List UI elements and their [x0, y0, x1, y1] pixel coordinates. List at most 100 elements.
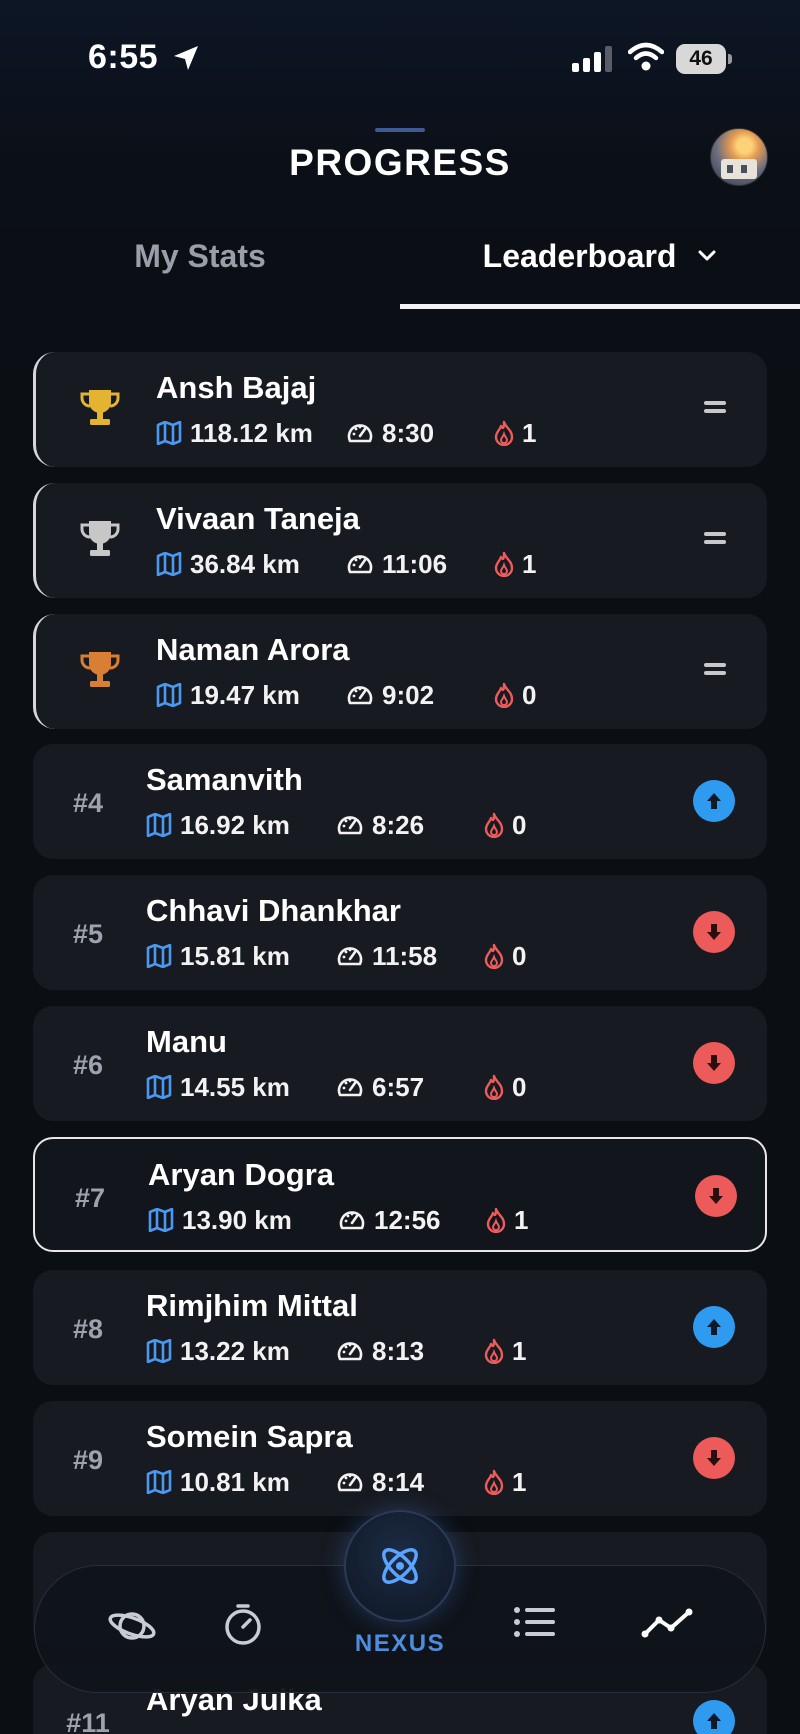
runner-stats: 19.47 km 9:02 0 [156, 680, 536, 710]
map-icon [146, 944, 172, 968]
distance-value: 14.55 km [180, 1071, 290, 1102]
map-icon [156, 421, 182, 445]
pace-value: 6:57 [372, 1071, 425, 1102]
map-icon [146, 1470, 172, 1494]
speedometer-icon [337, 1078, 363, 1097]
runner-stats: 10.81 km 8:14 1 [146, 1467, 526, 1497]
trend-down-icon [693, 1437, 735, 1479]
rank-number: #4 [72, 788, 104, 818]
tab-my-stats-label: My Stats [134, 238, 266, 274]
flame-icon [486, 1207, 506, 1233]
header-indicator [375, 128, 425, 132]
streak-value: 0 [512, 809, 527, 840]
status-bar: 6:55 46 [0, 0, 800, 110]
chevron-down-icon [698, 250, 716, 261]
tab-active-underline [400, 304, 800, 309]
runner-stats: 15.81 km 11:58 0 [146, 941, 526, 971]
list-icon[interactable] [513, 1606, 555, 1638]
flame-icon [484, 943, 504, 969]
leaderboard-row[interactable]: #9 Somein Sapra 10.81 km 8:14 1 [33, 1401, 767, 1516]
trophy-bronze-icon [80, 652, 120, 687]
stopwatch-icon[interactable] [223, 1602, 263, 1646]
flame-icon [494, 551, 514, 577]
trophy-gold-icon [80, 390, 120, 425]
battery-level: 46 [689, 47, 713, 70]
runner-name: Vivaan Taneja [156, 501, 360, 536]
avatar[interactable] [710, 128, 768, 186]
rank-number: #7 [74, 1183, 106, 1213]
runner-name: Ansh Bajaj [156, 370, 317, 405]
trend-equal-icon [704, 530, 726, 546]
page-title: PROGRESS [289, 142, 511, 183]
runner-stats: 13.22 km 8:13 1 [146, 1336, 526, 1366]
streak-value: 0 [512, 940, 527, 971]
leaderboard-row[interactable]: #6 Manu 14.55 km 6:57 0 [33, 1006, 767, 1121]
streak-value: 1 [512, 1466, 527, 1497]
runner-name: Rimjhim Mittal [146, 1288, 358, 1323]
trend-equal-icon [704, 661, 726, 677]
pace-value: 9:02 [382, 679, 435, 710]
pace-value: 11:06 [382, 548, 448, 579]
speedometer-icon [337, 1473, 363, 1492]
leaderboard-row[interactable]: #5 Chhavi Dhankhar 15.81 km 11:58 0 [33, 875, 767, 990]
speedometer-icon [337, 947, 363, 966]
leaderboard-row[interactable]: Ansh Bajaj 118.12 km 8:30 1 [33, 352, 767, 467]
map-icon [146, 1075, 172, 1099]
speedometer-icon [337, 1342, 363, 1361]
battery-indicator: 46 [676, 44, 732, 74]
rank-number: #5 [72, 919, 104, 949]
trend-down-icon [693, 1042, 735, 1084]
location-arrow-icon [174, 46, 198, 70]
nexus-label[interactable]: NEXUS [300, 1630, 500, 1658]
tab-my-stats[interactable]: My Stats [0, 238, 400, 288]
runner-stats: 16.92 km 8:26 0 [146, 810, 526, 840]
distance-value: 118.12 km [190, 417, 313, 448]
streak-value: 1 [522, 548, 537, 579]
pace-value: 8:30 [382, 417, 435, 448]
speedometer-icon [337, 816, 363, 835]
trend-equal-icon [704, 399, 726, 415]
distance-value: 13.90 km [182, 1204, 292, 1235]
flame-icon [484, 812, 504, 838]
pace-value: 8:13 [372, 1335, 425, 1366]
flame-icon [484, 1074, 504, 1100]
pace-value: 12:56 [374, 1204, 441, 1235]
speedometer-icon [347, 686, 373, 705]
tab-leaderboard[interactable]: Leaderboard [400, 238, 800, 288]
pace-value: 8:14 [372, 1466, 425, 1497]
runner-name: Naman Arora [156, 632, 350, 667]
distance-value: 10.81 km [180, 1466, 290, 1497]
progress-screen: 6:55 46 PROGRESS My Stats Leaderboard An… [0, 0, 800, 1734]
runner-name: Manu [146, 1024, 227, 1059]
nexus-button[interactable] [344, 1510, 456, 1622]
streak-value: 0 [522, 679, 537, 710]
trend-up-icon [693, 780, 735, 822]
pace-value: 11:58 [372, 940, 438, 971]
leaderboard-row[interactable]: #7 Aryan Dogra 13.90 km 12:56 1 [33, 1137, 767, 1252]
flame-icon [484, 1469, 504, 1495]
planet-icon[interactable] [107, 1604, 157, 1648]
nexus-icon [382, 1548, 418, 1584]
leaderboard-row[interactable]: #4 Samanvith 16.92 km 8:26 0 [33, 744, 767, 859]
map-icon [146, 813, 172, 837]
wifi-icon [628, 42, 664, 71]
leaderboard-row[interactable]: #8 Rimjhim Mittal 13.22 km 8:13 1 [33, 1270, 767, 1385]
speedometer-icon [347, 555, 373, 574]
leaderboard-row[interactable]: Naman Arora 19.47 km 9:02 0 [33, 614, 767, 729]
flame-icon [494, 420, 514, 446]
speedometer-icon [347, 424, 373, 443]
progress-chart-icon[interactable] [641, 1606, 693, 1640]
runner-name: Samanvith [146, 762, 303, 797]
runner-name: Chhavi Dhankhar [146, 893, 401, 928]
trend-down-icon [695, 1175, 737, 1217]
distance-value: 16.92 km [180, 809, 290, 840]
runner-stats: 118.12 km 8:30 1 [156, 418, 536, 448]
streak-value: 0 [512, 1071, 527, 1102]
rank-number: #6 [72, 1050, 104, 1080]
map-icon [146, 1339, 172, 1363]
flame-icon [484, 1338, 504, 1364]
runner-stats: 36.84 km 11:06 1 [156, 549, 536, 579]
pace-value: 8:26 [372, 809, 425, 840]
map-icon [156, 683, 182, 707]
leaderboard-row[interactable]: Vivaan Taneja 36.84 km 11:06 1 [33, 483, 767, 598]
